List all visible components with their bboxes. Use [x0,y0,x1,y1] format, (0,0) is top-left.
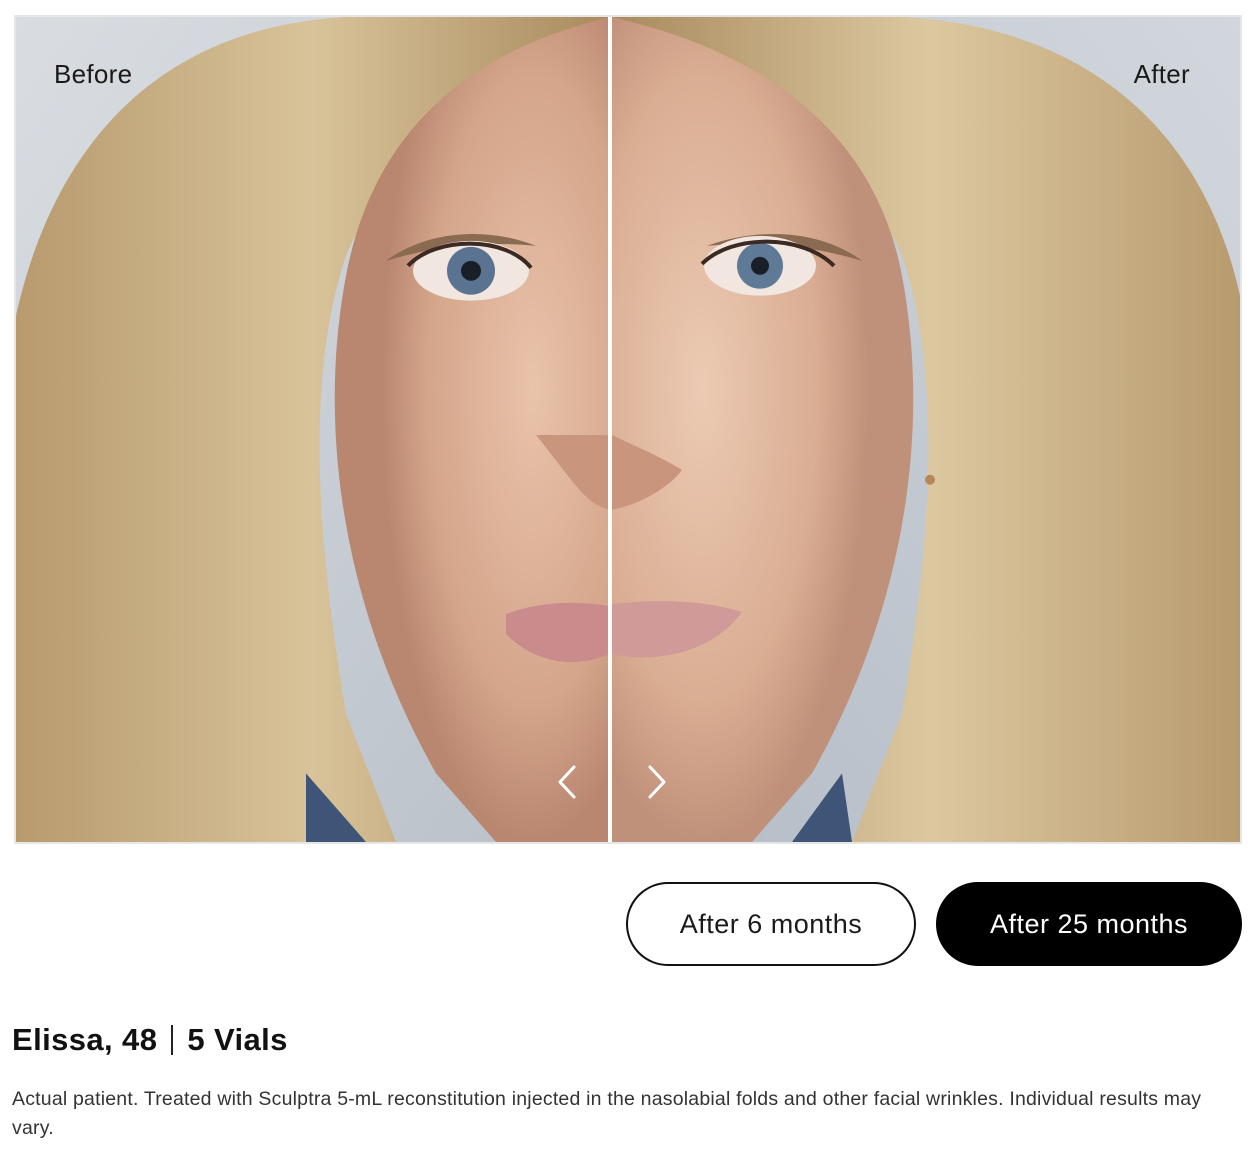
after-25-months-button[interactable]: After 25 months [936,882,1242,966]
before-photo [16,17,610,842]
before-label: Before [54,59,133,89]
patient-vials: 5 Vials [187,1022,288,1057]
patient-disclaimer: Actual patient. Treated with Sculptra 5-… [12,1088,1202,1139]
heading-divider [171,1025,174,1055]
before-face-image [16,17,610,842]
after-photo [612,17,1240,842]
patient-heading: Elissa, 48 5 Vials [12,1022,288,1058]
patient-name-age: Elissa, 48 [12,1022,158,1057]
chevron-left-icon[interactable] [548,762,588,802]
after-6-months-button[interactable]: After 6 months [626,882,916,966]
timeframe-selector: After 6 months After 25 months [626,882,1242,966]
after-face-image [612,17,1240,842]
after-label: After [1133,59,1190,89]
comparison-divider[interactable] [608,17,612,842]
chevron-right-icon[interactable] [636,762,676,802]
before-after-comparison[interactable]: Before After [14,15,1242,844]
